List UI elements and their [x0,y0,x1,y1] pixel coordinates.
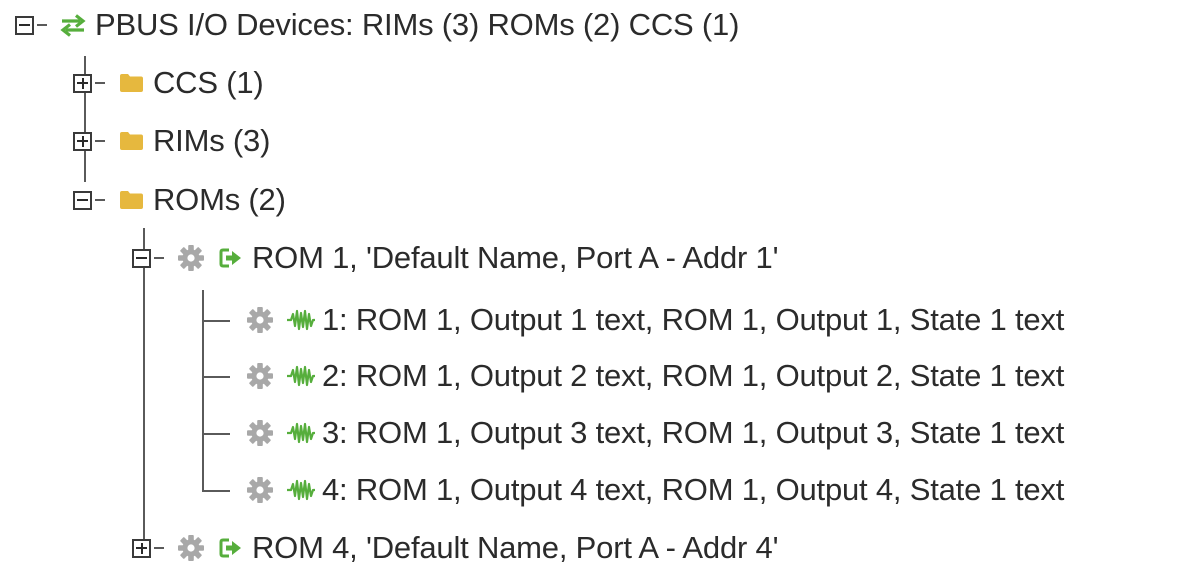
device-tree: PBUS I/O Devices: RIMs (3) ROMs (2) CCS … [0,0,1180,571]
folder-roms[interactable]: ROMs (2) [73,178,286,222]
gear-icon[interactable] [177,244,205,272]
folder-icon [119,131,144,151]
expand-toggle[interactable] [73,73,92,93]
collapse-toggle[interactable] [132,248,151,268]
gear-icon[interactable] [177,534,205,562]
collapse-toggle[interactable] [15,15,34,35]
rom-label: ROM 1, 'Default Name, Port A - Addr 1' [252,240,779,275]
folder-ccs[interactable]: CCS (1) [73,61,264,105]
output-label: 4: ROM 1, Output 4 text, ROM 1, Output 4… [322,472,1065,507]
expand-toggle[interactable] [73,131,92,151]
signal-wave-icon [286,478,316,502]
output-device-icon [219,247,243,269]
output-item[interactable]: 1: ROM 1, Output 1 text, ROM 1, Output 1… [246,298,1064,342]
tree-connector [95,82,105,84]
output-label: 2: ROM 1, Output 2 text, ROM 1, Output 2… [322,358,1065,393]
gear-icon[interactable] [246,476,274,504]
tree-root[interactable]: PBUS I/O Devices: RIMs (3) ROMs (2) CCS … [15,3,739,47]
collapse-toggle[interactable] [73,190,92,210]
folder-label: ROMs (2) [153,182,286,217]
gear-icon[interactable] [246,419,274,447]
tree-line [202,376,230,378]
output-item[interactable]: 2: ROM 1, Output 2 text, ROM 1, Output 2… [246,354,1064,398]
output-item[interactable]: 4: ROM 1, Output 4 text, ROM 1, Output 4… [246,468,1064,512]
folder-label: CCS (1) [153,65,264,100]
rom-label: ROM 4, 'Default Name, Port A - Addr 4' [252,530,779,565]
signal-wave-icon [286,421,316,445]
transfer-arrows-icon [60,13,86,37]
tree-line [202,320,230,322]
output-item[interactable]: 3: ROM 1, Output 3 text, ROM 1, Output 3… [246,411,1064,455]
folder-icon [119,190,144,210]
output-label: 3: ROM 1, Output 3 text, ROM 1, Output 3… [322,415,1065,450]
tree-root-label: PBUS I/O Devices: RIMs (3) ROMs (2) CCS … [95,7,740,42]
expand-toggle[interactable] [132,538,151,558]
tree-connector [154,257,164,259]
folder-label: RIMs (3) [153,123,271,158]
tree-connector [37,24,47,26]
tree-connector [154,547,164,549]
rom-device-node[interactable]: ROM 4, 'Default Name, Port A - Addr 4' [132,526,778,570]
tree-connector [95,199,105,201]
signal-wave-icon [286,364,316,388]
folder-rims[interactable]: RIMs (3) [73,119,270,163]
gear-icon[interactable] [246,362,274,390]
folder-icon [119,73,144,93]
tree-line [202,490,230,492]
output-device-icon [219,537,243,559]
signal-wave-icon [286,308,316,332]
rom-device-node[interactable]: ROM 1, 'Default Name, Port A - Addr 1' [132,236,778,280]
tree-connector [95,140,105,142]
output-label: 1: ROM 1, Output 1 text, ROM 1, Output 1… [322,302,1065,337]
tree-line [202,433,230,435]
gear-icon[interactable] [246,306,274,334]
